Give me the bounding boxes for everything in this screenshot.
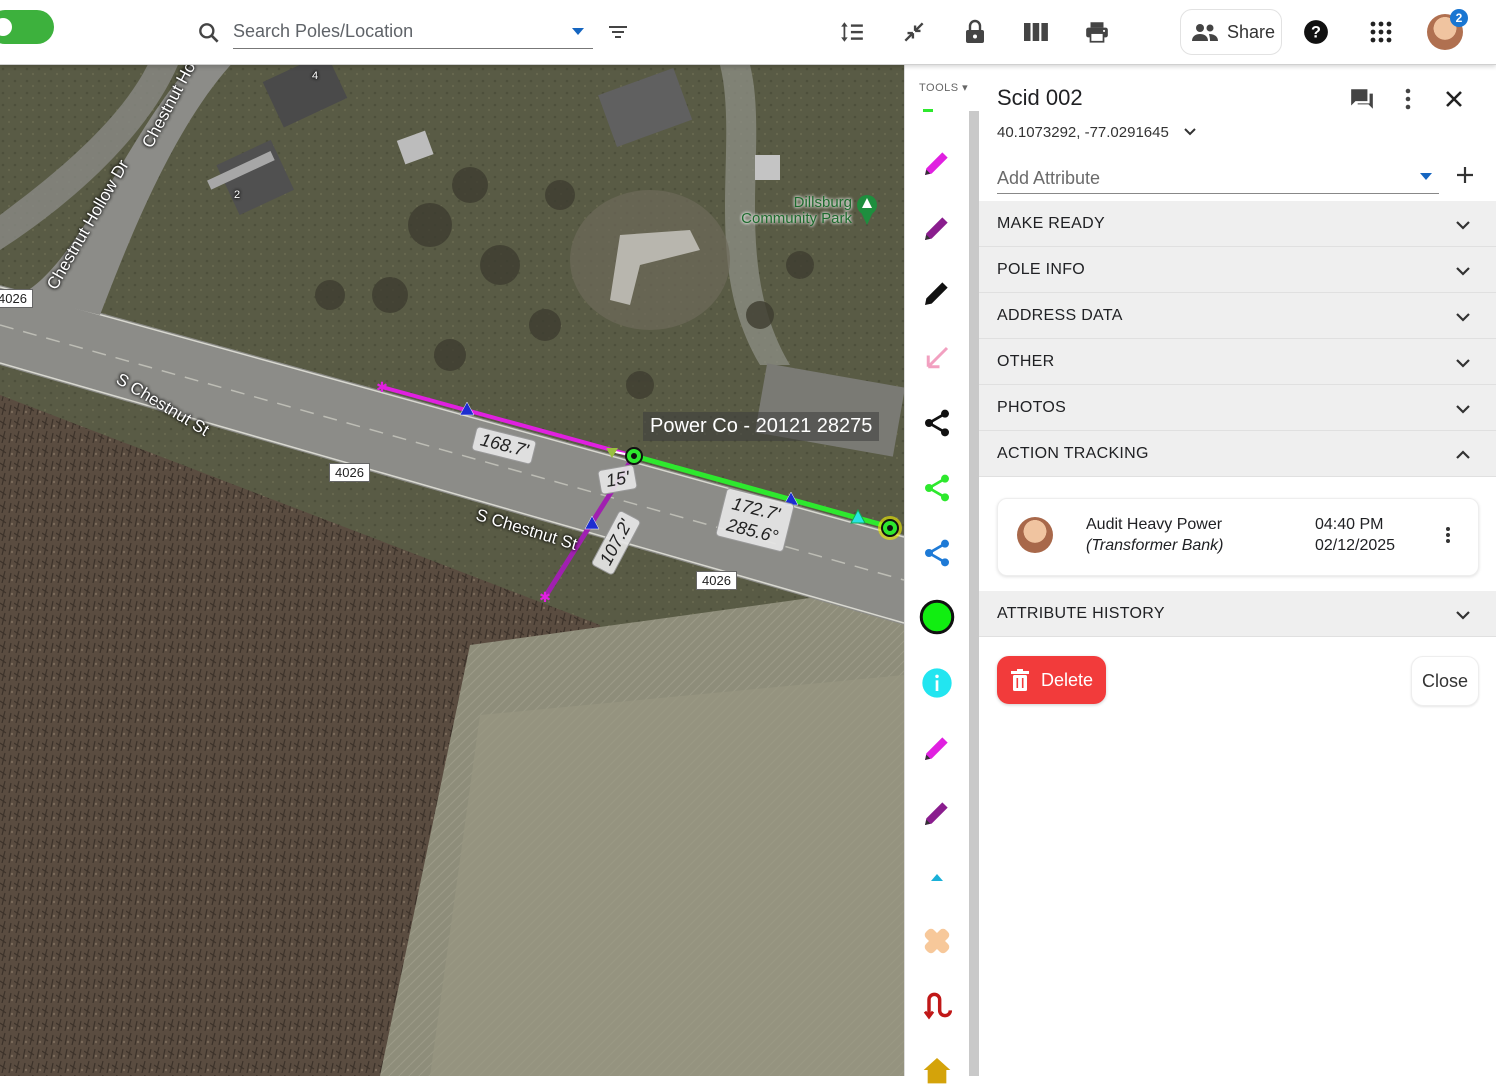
section-photos[interactable]: PHOTOS <box>979 385 1496 431</box>
home-icon[interactable] <box>919 1052 955 1088</box>
black-share-icon[interactable] <box>919 405 955 441</box>
house-number: 2 <box>234 189 241 201</box>
road-shield: 4026 <box>329 463 370 482</box>
add-attribute-input[interactable] <box>997 163 1439 194</box>
share-button[interactable]: Share <box>1180 9 1282 55</box>
chevron-down-icon <box>1456 313 1470 322</box>
svg-text:?: ? <box>1311 23 1321 41</box>
attribute-dropdown-icon[interactable] <box>1420 173 1432 180</box>
delete-label: Delete <box>1041 669 1094 690</box>
pole-details-panel: Scid 002 40.1073292, -77.0291645 MAKE RE… <box>979 65 1496 1076</box>
info-icon[interactable] <box>919 665 955 701</box>
help-icon[interactable]: ? <box>1302 18 1330 46</box>
tool-indicator <box>923 109 933 112</box>
red-route-icon[interactable] <box>919 987 955 1023</box>
toggle-knob <box>0 18 12 36</box>
green-share-icon[interactable] <box>919 470 955 506</box>
comments-icon[interactable] <box>1348 85 1376 113</box>
road-shield: 4026 <box>0 289 33 308</box>
tools-scrollbar[interactable] <box>969 111 979 1076</box>
pole-label[interactable]: Power Co - 20121 28275 <box>643 412 880 441</box>
action-time: 04:40 PM <box>1315 516 1384 533</box>
tools-label[interactable]: TOOLS ▾ <box>919 81 968 94</box>
people-icon <box>1192 24 1218 41</box>
add-icon[interactable] <box>1453 163 1477 187</box>
chevron-up-icon <box>1456 450 1470 459</box>
share-label: Share <box>1227 21 1276 42</box>
section-action-tracking[interactable]: ACTION TRACKING <box>979 431 1496 477</box>
blue-share-icon[interactable] <box>919 535 955 571</box>
section-label: POLE INFO <box>997 261 1086 278</box>
action-tracking-item[interactable]: Audit Heavy Power (Transformer Bank) 04:… <box>997 498 1479 576</box>
road-shield: 4026 <box>696 571 737 590</box>
section-label: PHOTOS <box>997 399 1067 416</box>
chevron-down-icon <box>1456 267 1470 276</box>
section-label: ADDRESS DATA <box>997 307 1123 324</box>
close-button[interactable]: Close <box>1411 656 1479 706</box>
more-vert-icon[interactable] <box>1394 85 1422 113</box>
pink-arrow-icon[interactable] <box>919 340 955 376</box>
section-label: ACTION TRACKING <box>997 445 1149 462</box>
chevron-down-icon <box>1456 405 1470 414</box>
purple-pencil-icon[interactable] <box>919 210 955 246</box>
section-other[interactable]: OTHER <box>979 339 1496 385</box>
section-address-data[interactable]: ADDRESS DATA <box>979 293 1496 339</box>
map-toggle[interactable] <box>0 10 54 44</box>
trash-icon <box>1011 669 1029 691</box>
section-attribute-history[interactable]: ATTRIBUTE HISTORY <box>979 591 1496 637</box>
black-pencil-icon[interactable] <box>919 275 955 311</box>
section-make-ready[interactable]: MAKE READY <box>979 201 1496 247</box>
map-view[interactable]: ✱ ✱ S Chestnut St S Chestnut St Chestnut… <box>0 65 904 1076</box>
coordinates: 40.1073292, -77.0291645 <box>997 124 1169 141</box>
chevron-down-icon <box>1456 611 1470 620</box>
collapse-arrows-icon[interactable] <box>900 18 928 46</box>
house-number: 4 <box>312 70 319 82</box>
search-input[interactable] <box>233 14 593 49</box>
green-circle-icon[interactable] <box>919 599 955 635</box>
columns-icon[interactable] <box>1022 18 1050 46</box>
more-vert-icon[interactable] <box>1442 525 1458 551</box>
delete-button[interactable]: Delete <box>997 656 1106 704</box>
magenta-pencil-icon[interactable] <box>919 145 955 181</box>
section-label: MAKE READY <box>997 215 1105 232</box>
sort-lines-icon[interactable] <box>838 18 866 46</box>
search-dropdown-icon[interactable] <box>572 28 584 35</box>
panel-title: Scid 002 <box>997 85 1083 110</box>
notification-badge: 2 <box>1450 9 1468 27</box>
chevron-down-icon <box>1456 359 1470 368</box>
svg-text:✱: ✱ <box>539 590 551 606</box>
avatar <box>1017 517 1053 553</box>
purple-pencil-icon[interactable] <box>919 795 955 831</box>
chevron-down-icon[interactable] <box>1183 125 1197 139</box>
chevron-down-icon <box>1456 221 1470 230</box>
search-icon <box>199 23 219 43</box>
section-label: ATTRIBUTE HISTORY <box>997 605 1165 622</box>
action-date: 02/12/2025 <box>1315 537 1396 554</box>
print-icon[interactable] <box>1083 18 1111 46</box>
action-subtitle: (Transformer Bank) <box>1086 537 1224 554</box>
close-icon[interactable] <box>1440 85 1468 113</box>
bandage-icon[interactable] <box>919 923 955 959</box>
section-pole-info[interactable]: POLE INFO <box>979 247 1496 293</box>
tools-column: TOOLS ▾ <box>904 65 979 1084</box>
lock-icon[interactable] <box>961 18 989 46</box>
action-title: Audit Heavy Power <box>1086 516 1223 533</box>
apps-grid-icon[interactable] <box>1367 18 1395 46</box>
park-label: Dillsburg Community Park <box>741 194 852 227</box>
cyan-triangle-icon[interactable] <box>919 860 955 896</box>
section-label: OTHER <box>997 353 1055 370</box>
svg-text:✱: ✱ <box>376 380 388 396</box>
filter-icon[interactable] <box>604 18 632 46</box>
magenta-pencil-icon[interactable] <box>919 730 955 766</box>
top-bar: Share ? 2 <box>0 0 1496 65</box>
